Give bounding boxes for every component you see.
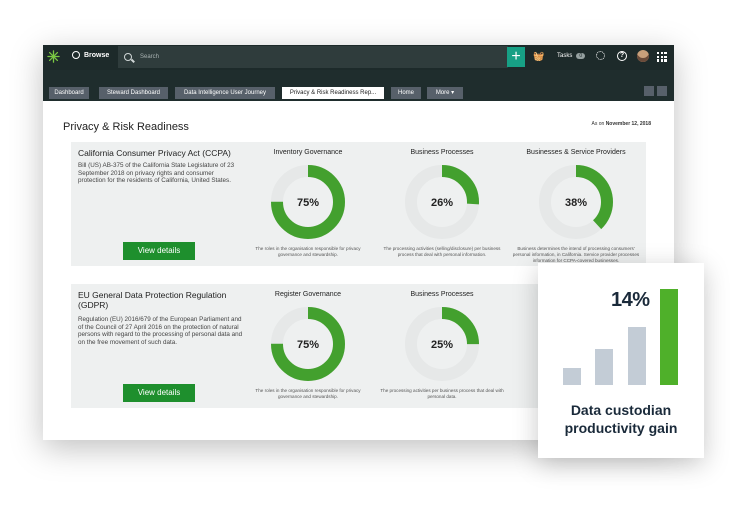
donut-chart: 75% (271, 165, 345, 239)
tab-data-intelligence-user-journey[interactable]: Data Intelligence User Journey (175, 87, 275, 99)
ccpa-card: California Consumer Privacy Act (CCPA) B… (71, 142, 646, 266)
donut-label: 38% (565, 197, 587, 209)
metric-description: Business determines the intend of proces… (512, 246, 640, 263)
metric-businesses-service-providers: Businesses & Service Providers 38% Busin… (511, 149, 641, 264)
callout-value: 14% (611, 289, 650, 311)
tab-privacy-risk-readiness[interactable]: Privacy & Risk Readiness Rep... (282, 87, 384, 99)
tasks-count-badge: 0 (576, 53, 586, 59)
share-icon[interactable] (644, 86, 654, 96)
tasks-label: Tasks (557, 53, 573, 59)
tab-more[interactable]: More ▾ (427, 87, 463, 99)
tab-steward-dashboard[interactable]: Steward Dashboard (99, 87, 168, 99)
metric-title: Business Processes (410, 291, 474, 298)
tab-bar: Dashboard Steward Dashboard Data Intelli… (43, 70, 674, 101)
tasks-button[interactable]: Tasks 0 (557, 53, 586, 59)
donut-label: 25% (431, 339, 453, 351)
add-button[interactable]: + (507, 47, 525, 67)
page-title: Privacy & Risk Readiness (63, 121, 189, 133)
metric-title: Business Processes (410, 149, 474, 156)
metric-title: Register Governance (274, 291, 342, 298)
donut-chart: 26% (405, 165, 479, 239)
metric-business-processes: Business Processes 25% The processing ac… (377, 291, 507, 400)
metric-description: The processing activities (selling/discl… (383, 246, 501, 257)
callout-bar (660, 289, 678, 385)
tab-home[interactable]: Home (391, 87, 421, 99)
donut-label: 26% (431, 197, 453, 209)
browse-label: Browse (84, 51, 110, 59)
metric-description: The roles in the organisation responsibl… (255, 388, 361, 399)
callout-bar (595, 349, 613, 385)
card-title: EU General Data Protection Regulation (G… (78, 290, 227, 310)
card-title: California Consumer Privacy Act (CCPA) (78, 148, 231, 158)
basket-icon[interactable]: 🧺 (533, 51, 544, 62)
productivity-callout: 14% Data custodian productivity gain (538, 263, 704, 458)
metric-description: The processing activities per business p… (380, 388, 504, 399)
tab-dashboard[interactable]: Dashboard (49, 87, 89, 99)
metric-title: Inventory Governance (273, 149, 343, 156)
ccpa-view-details-button[interactable]: View details (123, 242, 195, 260)
donut-chart: 75% (271, 307, 345, 381)
search-bar[interactable]: Search (118, 46, 508, 68)
callout-bar (628, 327, 646, 385)
donut-chart: 25% (405, 307, 479, 381)
options-icon[interactable] (657, 86, 667, 96)
apps-grid-icon[interactable] (657, 52, 667, 62)
search-input[interactable]: Search (140, 54, 159, 60)
donut-chart: 38% (539, 165, 613, 239)
callout-caption: Data custodian productivity gain (564, 402, 678, 436)
metric-register-governance: Register Governance 75% The roles in the… (243, 291, 373, 400)
browse-button[interactable]: Browse (72, 51, 109, 59)
metric-business-processes: Business Processes 26% The processing ac… (377, 149, 507, 258)
metric-title: Businesses & Service Providers (526, 149, 626, 156)
callout-bar (563, 367, 581, 385)
avatar[interactable] (637, 50, 649, 62)
card-description: Bill (US) AB-375 of the California State… (78, 162, 235, 184)
compass-icon (72, 51, 80, 59)
as-of-date: As on November 12, 2018 (591, 121, 652, 127)
donut-label: 75% (297, 197, 319, 209)
top-bar: Browse Search + 🧺 Tasks 0 ? (43, 45, 674, 70)
gdpr-view-details-button[interactable]: View details (123, 384, 195, 402)
app-logo-icon[interactable] (47, 50, 60, 63)
search-icon (124, 53, 132, 61)
card-description: Regulation (EU) 2016/679 of the European… (78, 316, 243, 346)
donut-label: 75% (297, 339, 319, 351)
metric-inventory-governance: Inventory Governance 75% The roles in th… (243, 149, 373, 258)
help-icon[interactable]: ? (617, 51, 627, 61)
activity-icon[interactable] (596, 51, 605, 60)
metric-description: The roles in the organisation responsibl… (255, 246, 361, 257)
